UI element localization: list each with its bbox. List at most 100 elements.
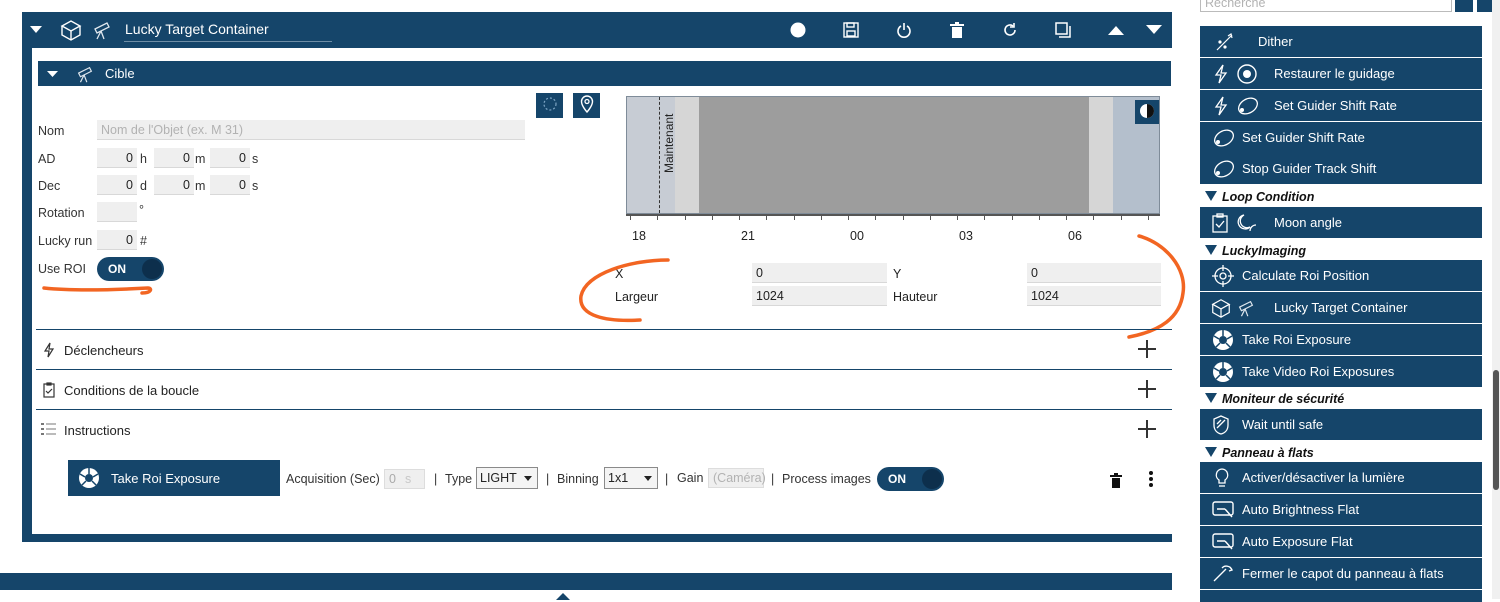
ra-seconds-input[interactable]: 0 bbox=[210, 148, 250, 168]
take-roi-exposure-item[interactable]: Take Roi Exposure bbox=[68, 460, 280, 496]
tick-mark bbox=[1011, 214, 1013, 220]
tick-mark bbox=[711, 214, 713, 220]
palette-item-close-flat-cover[interactable]: Fermer le capot du panneau à flats bbox=[1200, 558, 1482, 589]
palette-item-toggle-light[interactable]: Activer/désactiver la lumière bbox=[1200, 462, 1482, 493]
move-up-icon[interactable] bbox=[1107, 23, 1125, 37]
list-icon bbox=[40, 421, 58, 437]
moon-phase-button[interactable] bbox=[1135, 100, 1159, 124]
clipboard-icon bbox=[1212, 212, 1228, 233]
tick-mark bbox=[1066, 214, 1067, 220]
exposure-input[interactable]: 0 s bbox=[384, 469, 425, 489]
add-instruction-icon[interactable] bbox=[1138, 420, 1156, 438]
ra-minutes-input[interactable]: 0 bbox=[154, 148, 194, 168]
collapse-icon[interactable] bbox=[30, 24, 42, 36]
lucky-run-unit: # bbox=[140, 234, 147, 248]
flat-panel-icon bbox=[1212, 531, 1236, 552]
name-input[interactable]: Nom de l'Objet (ex. M 31) bbox=[97, 120, 525, 140]
circle-icon[interactable] bbox=[790, 22, 806, 38]
use-roi-toggle[interactable]: ON bbox=[97, 257, 164, 281]
palette-item-lucky-target-container[interactable]: Lucky Target Container bbox=[1200, 292, 1482, 323]
roi-width-input[interactable]: 1024 bbox=[752, 286, 887, 306]
gain-input[interactable]: (Caméra) bbox=[708, 468, 766, 488]
category-safety-monitor[interactable]: Moniteur de sécurité bbox=[1200, 390, 1482, 408]
palette-item-take-video-roi-exposures[interactable]: Take Video Roi Exposures bbox=[1200, 356, 1482, 387]
dec-minutes-input[interactable]: 0 bbox=[154, 175, 194, 195]
tick-mark bbox=[902, 214, 904, 220]
delete-instruction-icon[interactable] bbox=[1109, 471, 1123, 489]
instructions-label: Instructions bbox=[64, 423, 131, 438]
palette-item-label: Moon angle bbox=[1274, 215, 1342, 230]
tick-label: 06 bbox=[1068, 229, 1082, 243]
palette-item-label: Set Guider Shift Rate bbox=[1274, 98, 1397, 113]
move-down-icon[interactable] bbox=[1145, 23, 1163, 37]
category-loop-condition[interactable]: Loop Condition bbox=[1200, 188, 1482, 206]
search-input[interactable]: Recherche bbox=[1200, 0, 1452, 12]
loop-conditions-section[interactable]: Conditions de la boucle bbox=[36, 369, 1172, 409]
palette-item-set-guider-shift-rate[interactable]: Set Guider Shift Rate bbox=[1200, 122, 1482, 153]
palette-item-set-guider-shift-rate[interactable]: Set Guider Shift Rate bbox=[1200, 90, 1482, 121]
dec-degrees-unit: d bbox=[140, 179, 147, 193]
dotted-circle-icon bbox=[542, 96, 558, 115]
palette-item-resume-guiding[interactable]: Restaurer le guidage bbox=[1200, 58, 1482, 89]
duplicate-icon[interactable] bbox=[1054, 21, 1072, 39]
ra-hours-input[interactable]: 0 bbox=[97, 148, 137, 168]
lightning-icon bbox=[42, 341, 56, 359]
scrollbar-thumb[interactable] bbox=[1493, 370, 1499, 490]
separator: | bbox=[546, 472, 550, 486]
rotation-input[interactable] bbox=[97, 202, 137, 222]
palette-item-auto-brightness-flat[interactable]: Auto Brightness Flat bbox=[1200, 494, 1482, 525]
dec-seconds-input[interactable]: 0 bbox=[210, 175, 250, 195]
palette-item-stop-guider-track-shift[interactable]: Stop Guider Track Shift bbox=[1200, 153, 1482, 184]
search-button[interactable] bbox=[1455, 0, 1473, 12]
add-condition-icon[interactable] bbox=[1138, 380, 1156, 398]
palette-item-label: Dither bbox=[1258, 34, 1293, 49]
palette-item-auto-exposure-flat[interactable]: Auto Exposure Flat bbox=[1200, 526, 1482, 557]
sky-atlas-button[interactable] bbox=[536, 93, 563, 118]
category-luckyimaging[interactable]: LuckyImaging bbox=[1200, 242, 1482, 260]
triggers-section[interactable]: Déclencheurs bbox=[36, 329, 1172, 369]
type-select[interactable]: LIGHT bbox=[476, 467, 538, 489]
roi-x-input[interactable]: 0 bbox=[752, 263, 887, 283]
save-icon[interactable] bbox=[842, 21, 860, 39]
rotation-label: Rotation bbox=[38, 206, 85, 220]
triggers-label: Déclencheurs bbox=[64, 343, 144, 358]
process-images-toggle[interactable]: ON bbox=[877, 467, 944, 491]
palette-item-label: Set Guider Shift Rate bbox=[1242, 130, 1365, 145]
palette-item-take-roi-exposure[interactable]: Take Roi Exposure bbox=[1200, 324, 1482, 355]
now-label: Maintenant bbox=[662, 113, 676, 173]
tick-mark bbox=[739, 214, 740, 220]
location-button[interactable] bbox=[573, 93, 600, 118]
palette-item-label: Take Roi Exposure bbox=[1242, 332, 1352, 347]
lucky-run-input[interactable]: 0 bbox=[97, 230, 137, 250]
palette-item-wait-until-safe[interactable]: Wait until safe bbox=[1200, 409, 1482, 440]
binning-label: Binning bbox=[557, 472, 599, 486]
scrollbar-track[interactable] bbox=[1492, 0, 1500, 599]
trash-icon[interactable] bbox=[948, 21, 966, 39]
add-trigger-icon[interactable] bbox=[1138, 340, 1156, 358]
palette-item-partial[interactable] bbox=[1200, 590, 1482, 602]
palette-item-calculate-roi-position[interactable]: Calculate Roi Position bbox=[1200, 260, 1482, 291]
aperture-icon bbox=[1212, 361, 1234, 382]
orbit-icon bbox=[1236, 95, 1260, 116]
category-flat-panel[interactable]: Panneau à flats bbox=[1200, 444, 1482, 462]
telescope-icon bbox=[90, 18, 114, 42]
more-options-icon[interactable] bbox=[1146, 470, 1156, 488]
type-value: LIGHT bbox=[480, 471, 517, 485]
power-icon[interactable] bbox=[895, 21, 913, 39]
expand-icon bbox=[1205, 245, 1217, 255]
expand-icon bbox=[1205, 191, 1217, 201]
dec-minutes-unit: m bbox=[195, 179, 206, 193]
expand-icon bbox=[1205, 393, 1217, 403]
reset-icon[interactable] bbox=[1001, 21, 1019, 39]
separator: | bbox=[434, 472, 438, 486]
palette-item-dither[interactable]: Dither bbox=[1200, 26, 1482, 57]
palette-item-moon-angle[interactable]: Moon angle bbox=[1200, 207, 1482, 238]
container-title[interactable]: Lucky Target Container bbox=[124, 19, 332, 42]
tick-mark bbox=[1147, 214, 1149, 220]
binning-select[interactable]: 1x1 bbox=[604, 467, 658, 489]
box-icon bbox=[58, 17, 84, 43]
collapse-target-icon[interactable] bbox=[46, 69, 58, 79]
tick-mark bbox=[766, 214, 768, 220]
dec-degrees-input[interactable]: 0 bbox=[97, 175, 137, 195]
tick-mark bbox=[929, 214, 931, 220]
